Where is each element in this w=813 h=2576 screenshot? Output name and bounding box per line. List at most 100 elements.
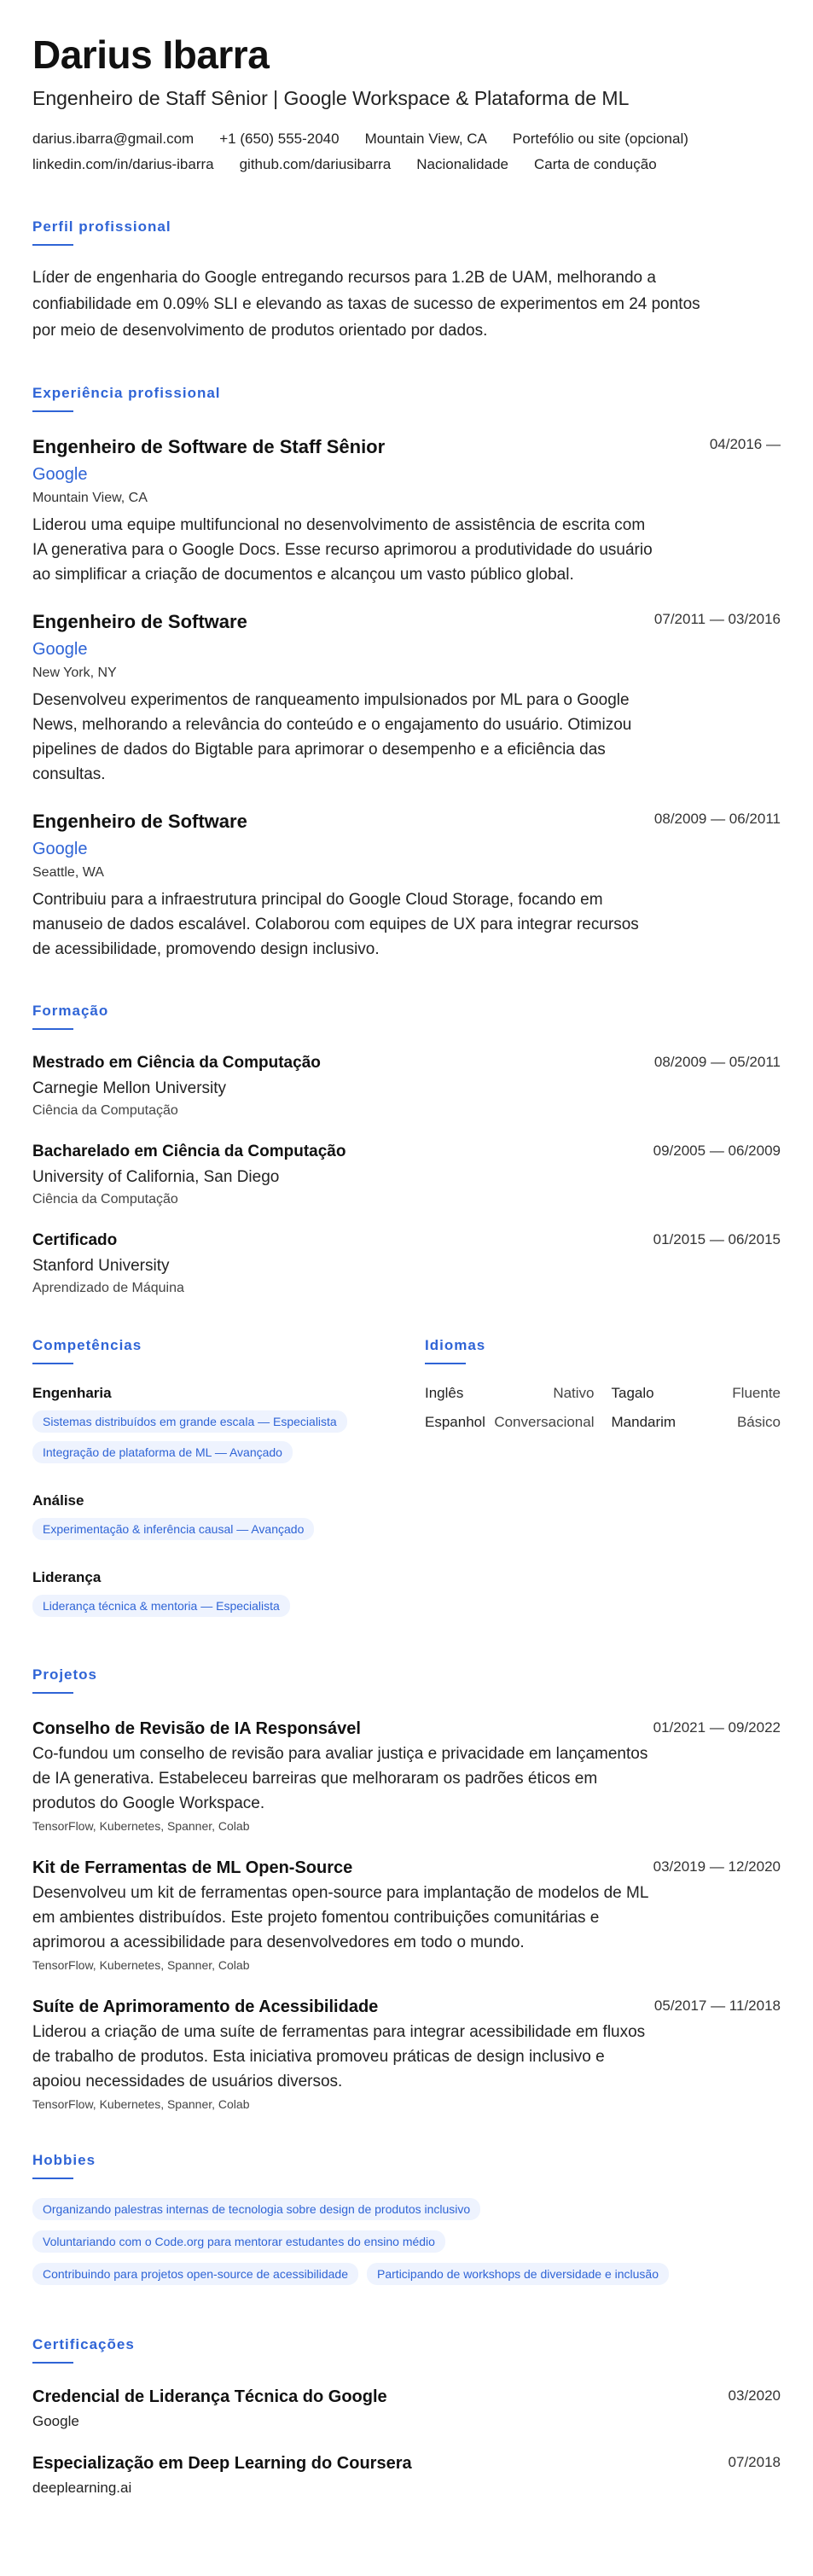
education-section: Formação Mestrado em Ciência da Computaç… bbox=[32, 1003, 781, 1296]
skill-tag-list: Liderança técnica & mentoria — Especiali… bbox=[32, 1595, 425, 1625]
project-dates: 03/2019 — 12/2020 bbox=[653, 1858, 781, 1875]
school-name: Stanford University bbox=[32, 1257, 170, 1275]
contact-email[interactable]: darius.ibarra@gmail.com bbox=[32, 126, 194, 152]
certification-issuer: Google bbox=[32, 2413, 79, 2429]
contact-github[interactable]: github.com/dariusibarra bbox=[240, 152, 392, 177]
job-location: Mountain View, CA bbox=[32, 491, 148, 505]
language-list: Inglês Nativo Tagalo Fluente Espanhol Co… bbox=[425, 1385, 781, 1431]
field-of-study: Aprendizado de Máquina bbox=[32, 1281, 184, 1295]
languages-section: Idiomas Inglês Nativo Tagalo Fluente Esp… bbox=[425, 1337, 781, 1625]
language-name: Mandarim bbox=[611, 1414, 677, 1430]
job-location: Seattle, WA bbox=[32, 865, 104, 880]
experience-item: Engenheiro de Software 08/2009 — 06/2011… bbox=[32, 809, 781, 962]
skill-category: Engenharia bbox=[32, 1385, 112, 1401]
language-level: Básico bbox=[736, 1414, 781, 1430]
contact-info: darius.ibarra@gmail.com +1 (650) 555-204… bbox=[32, 126, 766, 177]
section-title: Projetos bbox=[32, 1666, 98, 1683]
hobby-tag: Organizando palestras internas de tecnol… bbox=[32, 2198, 481, 2220]
language-item: Tagalo Fluente bbox=[612, 1385, 781, 1402]
section-divider bbox=[32, 1692, 73, 1694]
section-title: Idiomas bbox=[425, 1337, 486, 1353]
certification-date: 03/2020 bbox=[728, 2387, 781, 2404]
project-description: Desenvolveu um kit de ferramentas open-s… bbox=[32, 1884, 648, 1951]
hobby-tag: Voluntariando com o Code.org para mentor… bbox=[32, 2230, 445, 2253]
section-divider bbox=[425, 1363, 466, 1364]
resume-header: Darius Ibarra Engenheiro de Staff Sênior… bbox=[32, 31, 781, 177]
certifications-section: Certificações Credencial de Liderança Té… bbox=[32, 2336, 781, 2497]
project-dates: 01/2021 — 09/2022 bbox=[653, 1719, 781, 1736]
project-item: Conselho de Revisão de IA Responsável 01… bbox=[32, 1718, 781, 1833]
experience-section: Experiência profissional Engenheiro de S… bbox=[32, 385, 781, 962]
contact-location: Mountain View, CA bbox=[364, 131, 487, 147]
school-name: University of California, San Diego bbox=[32, 1168, 280, 1186]
resume-page: Darius Ibarra Engenheiro de Staff Sênior… bbox=[0, 0, 813, 2576]
projects-section: Projetos Conselho de Revisão de IA Respo… bbox=[32, 1666, 781, 2111]
section-divider bbox=[32, 1363, 73, 1364]
certification-name: Credencial de Liderança Técnica do Googl… bbox=[32, 2387, 387, 2406]
section-divider bbox=[32, 244, 73, 246]
language-name: Tagalo bbox=[611, 1385, 654, 1401]
job-description: Desenvolveu experimentos de ranqueamento… bbox=[32, 691, 632, 783]
skill-category: Análise bbox=[32, 1492, 84, 1509]
field-of-study: Ciência da Computação bbox=[32, 1103, 178, 1118]
education-item: Certificado 01/2015 — 06/2015 Stanford U… bbox=[32, 1230, 781, 1296]
hobby-tag-list: Organizando palestras internas de tecnol… bbox=[32, 2198, 781, 2295]
contact-linkedin[interactable]: linkedin.com/in/darius-ibarra bbox=[32, 152, 214, 177]
contact-phone[interactable]: +1 (650) 555-2040 bbox=[219, 126, 339, 152]
language-item: Mandarim Básico bbox=[612, 1414, 781, 1431]
school-name: Carnegie Mellon University bbox=[32, 1079, 227, 1097]
experience-item: Engenheiro de Software de Staff Sênior 0… bbox=[32, 434, 781, 587]
summary-text: Líder de engenharia do Google entregando… bbox=[32, 269, 700, 340]
skill-tag: Liderança técnica & mentoria — Especiali… bbox=[32, 1595, 290, 1617]
section-divider bbox=[32, 410, 73, 412]
education-item: Bacharelado em Ciência da Computação 09/… bbox=[32, 1141, 781, 1207]
certification-date: 07/2018 bbox=[728, 2454, 781, 2470]
section-divider bbox=[32, 1028, 73, 1030]
job-location: New York, NY bbox=[32, 666, 117, 680]
education-item: Mestrado em Ciência da Computação 08/200… bbox=[32, 1052, 781, 1119]
job-description: Contribuiu para a infraestrutura princip… bbox=[32, 891, 639, 958]
project-tech-stack: TensorFlow, Kubernetes, Spanner, Colab bbox=[32, 2097, 250, 2111]
education-dates: 08/2009 — 05/2011 bbox=[653, 1054, 781, 1070]
certification-name: Especialização em Deep Learning do Cours… bbox=[32, 2454, 412, 2473]
project-item: Suíte de Aprimoramento de Acessibilidade… bbox=[32, 1996, 781, 2111]
language-level: Conversacional bbox=[494, 1414, 595, 1430]
field-of-study: Ciência da Computação bbox=[32, 1192, 178, 1207]
contact-driving-license: Carta de condução bbox=[534, 156, 657, 172]
section-title: Perfil profissional bbox=[32, 218, 171, 235]
company-name: Google bbox=[32, 840, 88, 858]
skills-languages-row: Competências Engenharia Sistemas distrib… bbox=[32, 1337, 781, 1625]
language-level: Fluente bbox=[732, 1385, 781, 1401]
skill-tag-list: Experimentação & inferência causal — Ava… bbox=[32, 1518, 425, 1549]
language-item: Espanhol Conversacional bbox=[425, 1414, 595, 1431]
hobby-tag: Participando de workshops de diversidade… bbox=[367, 2263, 669, 2285]
project-tech-stack: TensorFlow, Kubernetes, Spanner, Colab bbox=[32, 1958, 250, 1972]
contact-portfolio[interactable]: Portefólio ou site (opcional) bbox=[513, 126, 688, 152]
company-name: Google bbox=[32, 465, 88, 484]
job-description: Liderou uma equipe multifuncional no des… bbox=[32, 516, 653, 584]
section-title: Certificações bbox=[32, 2336, 135, 2352]
skills-section: Competências Engenharia Sistemas distrib… bbox=[32, 1337, 425, 1625]
project-item: Kit de Ferramentas de ML Open-Source 03/… bbox=[32, 1857, 781, 1972]
language-name: Espanhol bbox=[425, 1414, 485, 1430]
skill-tag-list: Sistemas distribuídos em grande escala —… bbox=[32, 1410, 425, 1472]
contact-nationality: Nacionalidade bbox=[416, 156, 508, 172]
section-title: Experiência profissional bbox=[32, 385, 221, 401]
skill-tag: Sistemas distribuídos em grande escala —… bbox=[32, 1410, 347, 1433]
project-dates: 05/2017 — 11/2018 bbox=[653, 1997, 781, 2014]
hobbies-section: Hobbies Organizando palestras internas d… bbox=[32, 2152, 781, 2295]
hobby-tag: Contribuindo para projetos open-source d… bbox=[32, 2263, 359, 2285]
job-dates: 04/2016 — bbox=[709, 436, 781, 452]
section-title: Formação bbox=[32, 1003, 109, 1019]
skill-category: Liderança bbox=[32, 1569, 102, 1585]
language-name: Inglês bbox=[425, 1385, 464, 1401]
candidate-headline: Engenheiro de Staff Sênior | Google Work… bbox=[32, 87, 630, 109]
education-dates: 09/2005 — 06/2009 bbox=[653, 1143, 781, 1159]
project-description: Liderou a criação de uma suíte de ferram… bbox=[32, 2023, 646, 2090]
certification-issuer: deeplearning.ai bbox=[32, 2480, 132, 2496]
candidate-name: Darius Ibarra bbox=[32, 32, 270, 77]
experience-item: Engenheiro de Software 07/2011 — 03/2016… bbox=[32, 609, 781, 787]
certification-item: Especialização em Deep Learning do Cours… bbox=[32, 2452, 781, 2497]
project-description: Co-fundou um conselho de revisão para av… bbox=[32, 1745, 648, 1812]
section-title: Hobbies bbox=[32, 2152, 96, 2168]
